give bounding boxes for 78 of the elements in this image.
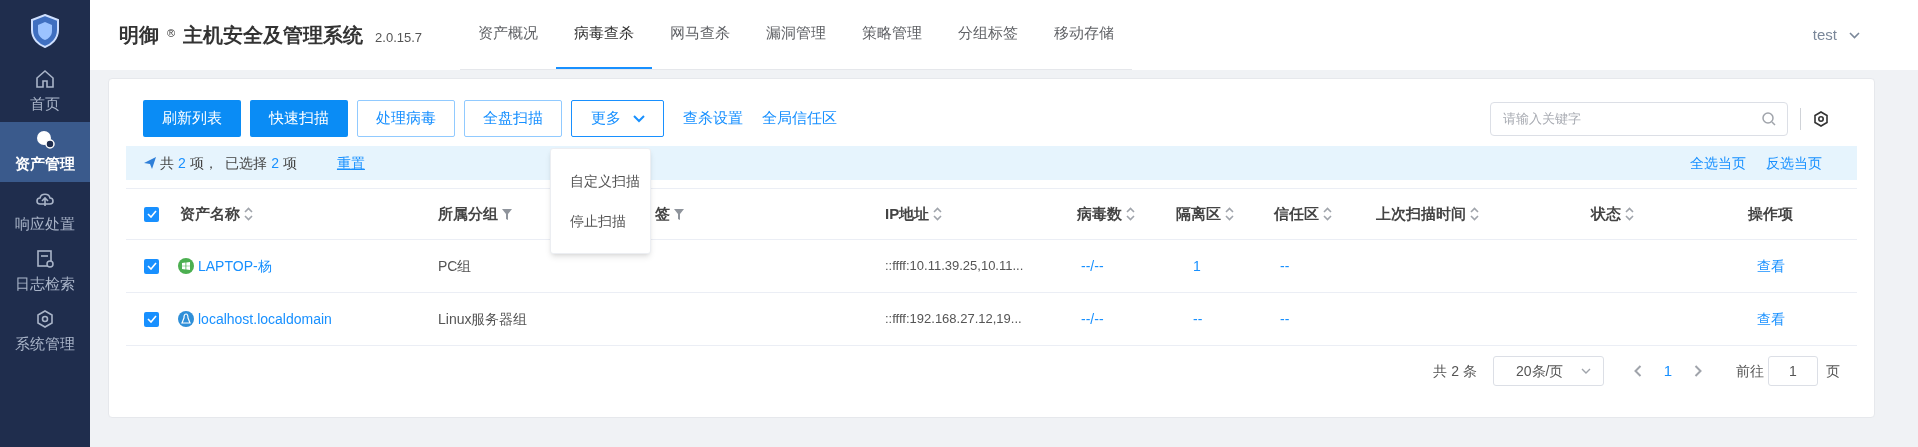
sidebar-item[interactable]: 首页 [0, 62, 90, 122]
sort-icon[interactable] [1470, 207, 1479, 221]
sidebar-item[interactable]: 资产管理 [0, 122, 90, 182]
shield-logo-icon [30, 14, 60, 48]
filter-icon[interactable] [674, 208, 684, 220]
nav-tab[interactable]: 资产概况 [460, 0, 556, 69]
nav-tab[interactable]: 病毒查杀 [556, 0, 652, 69]
total-count: 共 2 条 [1433, 361, 1477, 381]
goto-label: 前往 [1736, 361, 1764, 381]
column-header[interactable]: 资产名称 [180, 202, 240, 226]
product-title: 明御 $^{®}$ 主机安全及管理系统 [119, 23, 364, 48]
primary-button[interactable]: 刷新列表 [143, 100, 241, 137]
search-icon [1762, 111, 1776, 126]
menu-item[interactable]: 自定义扫描 [551, 161, 650, 201]
next-page-icon[interactable] [1694, 365, 1702, 377]
sort-icon[interactable] [1126, 207, 1135, 221]
page-size-select[interactable]: 20条/页 [1493, 356, 1604, 386]
table-cell-text: ::ffff:192.168.27.12,19... [884, 310, 1023, 329]
selection-summary: 共 2 项， 已选择 2 项 [160, 153, 297, 173]
version-label: 2.0.15.7 [375, 29, 423, 47]
table-cell-text: 1 [1192, 256, 1202, 276]
previous-page-icon[interactable] [1634, 365, 1642, 377]
column-header[interactable]: IP地址 [885, 202, 930, 226]
toolbar-link[interactable]: 全局信任区 [762, 107, 837, 130]
checkbox[interactable] [144, 311, 159, 327]
table-cell-text: -- [1192, 309, 1204, 329]
column-header[interactable]: 签 [655, 202, 670, 226]
table-cell-text: Linux服务器组 [437, 309, 529, 329]
column-header[interactable]: 信任区 [1274, 202, 1319, 226]
sidebar-item[interactable]: 日志检索 [0, 242, 90, 302]
column-header[interactable]: 所属分组 [438, 202, 498, 226]
nav-tab[interactable]: 策略管理 [844, 0, 940, 69]
chevron-down-icon [1849, 31, 1860, 39]
table-cell-text: -- [1279, 256, 1291, 276]
outline-button[interactable]: 处理病毒 [357, 100, 455, 137]
sort-icon[interactable] [244, 207, 253, 221]
table-cell-text: --/-- [1080, 256, 1105, 276]
view-link[interactable]: 查看 [1756, 308, 1785, 330]
filter-icon[interactable] [502, 208, 512, 220]
sidebar-item[interactable]: 系统管理 [0, 302, 90, 362]
document-icon [35, 248, 55, 269]
sort-icon[interactable] [1625, 207, 1634, 221]
table-cell-text: -- [1279, 309, 1291, 329]
column-header[interactable]: 操作项 [1748, 202, 1793, 226]
settings-icon[interactable] [1813, 110, 1829, 127]
page-jump-field[interactable]: 1 [1768, 356, 1818, 386]
search-field[interactable]: 请输入关键字 [1490, 101, 1788, 136]
nav-tab[interactable]: 移动存储 [1036, 0, 1132, 69]
home-icon [35, 68, 55, 89]
chevron-down-icon [1581, 368, 1591, 374]
toolbar-link[interactable]: 查杀设置 [683, 107, 743, 130]
windows-icon [178, 258, 194, 274]
column-header[interactable]: 病毒数 [1077, 202, 1122, 226]
view-link[interactable]: 查看 [1756, 255, 1785, 277]
table-cell-text: --/-- [1080, 309, 1105, 329]
table-cell-text: PC组 [437, 256, 473, 276]
user-menu[interactable]: test [1812, 23, 1860, 47]
nav-tab[interactable]: 网马查杀 [652, 0, 748, 69]
send-icon [144, 157, 156, 169]
sidebar-item[interactable]: 响应处置 [0, 182, 90, 242]
outline-button[interactable]: 全盘扫描 [464, 100, 562, 137]
chevron-down-icon [632, 114, 645, 123]
table-cell-text: ::ffff:10.11.39.25,10.11... [884, 257, 1025, 276]
column-header[interactable]: 状态 [1591, 202, 1621, 226]
primary-button[interactable]: 快速扫描 [250, 100, 348, 137]
page-number[interactable]: 1 [1642, 359, 1694, 383]
checkbox[interactable] [144, 206, 159, 222]
column-header[interactable]: 上次扫描时间 [1376, 202, 1466, 226]
nav-tab[interactable]: 漏洞管理 [748, 0, 844, 69]
checkbox[interactable] [144, 258, 159, 274]
page-suffix: 页 [1826, 361, 1840, 381]
sort-icon[interactable] [933, 207, 943, 221]
sort-icon[interactable] [1225, 207, 1234, 221]
column-header[interactable]: 隔离区 [1176, 202, 1221, 226]
settings-icon [35, 308, 55, 329]
menu-item[interactable]: 停止扫描 [551, 201, 650, 241]
sort-icon[interactable] [1323, 207, 1332, 221]
nav-tab[interactable]: 分组标签 [940, 0, 1036, 69]
